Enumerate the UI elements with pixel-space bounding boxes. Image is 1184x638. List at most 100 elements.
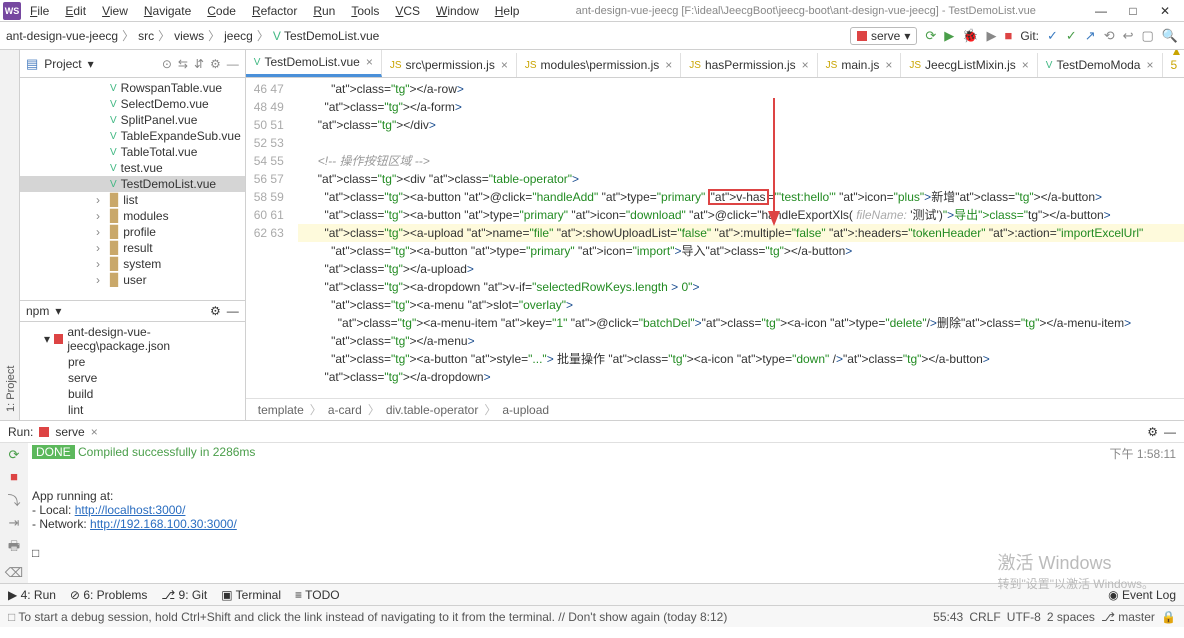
terminal-tool-tab[interactable]: ▣ Terminal [221, 588, 281, 602]
file-item[interactable]: V SplitPanel.vue [20, 112, 245, 128]
settings-button[interactable]: ⚙ [210, 57, 221, 71]
breadcrumb-item[interactable]: jeecg [224, 29, 253, 43]
file-item[interactable]: V TableExpandeSub.vue [20, 128, 245, 144]
close-tab-icon[interactable]: × [1146, 58, 1153, 72]
file-item[interactable]: V TestDemoList.vue [20, 176, 245, 192]
git-branch[interactable]: ⎇ master [1101, 610, 1155, 624]
breadcrumb-item[interactable]: src [138, 29, 154, 43]
editor-tab[interactable]: JS main.js × [818, 53, 902, 77]
soft-wrap-button[interactable]: ⤵ [7, 490, 20, 509]
menu-vcs[interactable]: VCS [389, 2, 426, 20]
revert-button[interactable]: ↩ [1123, 28, 1134, 44]
folder-item[interactable]: ›▉ list [20, 192, 245, 208]
problems-tool-tab[interactable]: ⊘ 6: Problems [70, 588, 147, 602]
maximize-button[interactable]: □ [1118, 2, 1148, 20]
menu-run[interactable]: Run [307, 2, 341, 20]
rerun-button[interactable]: ⟳ [9, 447, 20, 463]
run-config-selector[interactable]: serve ▾ [850, 27, 917, 45]
breadcrumb-item[interactable]: ant-design-vue-jeecg [6, 29, 118, 43]
menu-edit[interactable]: Edit [59, 2, 92, 20]
close-tab-icon[interactable]: × [91, 425, 98, 439]
editor-crumb-item[interactable]: template [258, 403, 304, 417]
stop-button[interactable]: ■ [10, 469, 18, 484]
editor-crumb-item[interactable]: div.table-operator [386, 403, 479, 417]
clear-button[interactable]: ⌫ [5, 565, 23, 581]
npm-hide[interactable]: — [227, 304, 239, 318]
editor-crumb-item[interactable]: a-card [328, 403, 362, 417]
run-settings[interactable]: ⚙ [1147, 425, 1158, 439]
folder-item[interactable]: ›▉ result [20, 240, 245, 256]
editor-tab[interactable]: JS hasPermission.js × [681, 53, 817, 77]
todo-tool-tab[interactable]: ≡ TODO [295, 588, 340, 602]
file-encoding[interactable]: UTF-8 [1007, 610, 1041, 624]
menu-help[interactable]: Help [489, 2, 526, 20]
expand-all-button[interactable]: ⇆ [178, 57, 188, 71]
run-hide[interactable]: — [1164, 425, 1176, 439]
editor-tab[interactable]: JS modules\permission.js × [517, 53, 681, 77]
push-button[interactable]: ↗ [1085, 28, 1096, 44]
breadcrumb-item[interactable]: V TestDemoList.vue [273, 29, 380, 43]
indent[interactable]: 2 spaces [1047, 610, 1095, 624]
ide-settings-button[interactable]: ▢ [1142, 28, 1154, 44]
menu-refactor[interactable]: Refactor [246, 2, 303, 20]
close-tab-icon[interactable]: × [885, 58, 892, 72]
npm-settings[interactable]: ⚙ [210, 304, 221, 318]
folder-item[interactable]: ›▉ profile [20, 224, 245, 240]
menu-window[interactable]: Window [430, 2, 485, 20]
console[interactable]: DONE Compiled successfully in 2286ms 下午 … [28, 443, 1184, 583]
print-button[interactable]: 🖶 [8, 537, 20, 559]
menu-view[interactable]: View [96, 2, 134, 20]
collapse-all-button[interactable]: ⇵ [194, 57, 204, 71]
npm-script-build[interactable]: build [20, 386, 245, 402]
coverage-button[interactable]: ▶ [986, 28, 996, 44]
file-item[interactable]: V test.vue [20, 160, 245, 176]
code-area[interactable]: 46 47 48 49 50 51 52 53 54 55 56 57 58 5… [246, 78, 1184, 398]
caret-position[interactable]: 55:43 [933, 610, 963, 624]
close-tab-icon[interactable]: × [802, 58, 809, 72]
line-separator[interactable]: CRLF [969, 610, 1000, 624]
menu-code[interactable]: Code [201, 2, 242, 20]
lock-icon[interactable]: 🔒 [1161, 610, 1176, 624]
close-tab-icon[interactable]: × [665, 58, 672, 72]
history-button[interactable]: ⟲ [1104, 28, 1115, 44]
file-item[interactable]: V TableTotal.vue [20, 144, 245, 160]
chevron-down-icon[interactable]: ▾ [88, 57, 94, 71]
npm-script-lint[interactable]: lint [20, 402, 245, 418]
menu-navigate[interactable]: Navigate [138, 2, 197, 20]
breadcrumb-item[interactable]: views [174, 29, 204, 43]
build-button[interactable]: ⟳ [925, 28, 936, 44]
chevron-down-icon[interactable]: ▾ [55, 304, 61, 318]
editor-tab[interactable]: V TestDemoModa × [1038, 53, 1163, 77]
close-tab-icon[interactable]: × [366, 55, 373, 69]
editor-breadcrumb[interactable]: template〉a-card〉div.table-operator〉a-upl… [246, 398, 1184, 420]
menu-tools[interactable]: Tools [345, 2, 385, 20]
npm-script-serve[interactable]: serve [20, 370, 245, 386]
update-button[interactable]: ✓ [1047, 28, 1058, 44]
tool-tab[interactable]: 1: Project [3, 50, 19, 420]
run-button[interactable]: ▶ [944, 28, 954, 44]
stop-button[interactable]: ■ [1004, 28, 1012, 43]
network-url-link[interactable]: http://192.168.100.30:3000/ [90, 517, 237, 531]
code[interactable]: "at">class="tg"></a-row> "at">class="tg"… [294, 78, 1184, 398]
run-tool-tab[interactable]: ▶ 4: Run [8, 588, 56, 602]
local-url-link[interactable]: http://localhost:3000/ [75, 503, 186, 517]
folder-item[interactable]: ›▉ system [20, 256, 245, 272]
editor-tab[interactable]: JS JeecgListMixin.js × [901, 53, 1037, 77]
hide-button[interactable]: — [227, 57, 239, 71]
menu-file[interactable]: File [24, 2, 55, 20]
tool-tab[interactable]: 7: Structure [0, 50, 3, 420]
select-opened-file-button[interactable]: ⊙ [162, 57, 172, 71]
editor-tab[interactable]: V TestDemoList.vue × [246, 50, 382, 77]
event-log-tab[interactable]: ◉ Event Log [1108, 588, 1176, 602]
minimize-button[interactable]: — [1086, 2, 1116, 20]
file-item[interactable]: V RowspanTable.vue [20, 80, 245, 96]
file-item[interactable]: V SelectDemo.vue [20, 96, 245, 112]
npm-script-pre[interactable]: pre [20, 354, 245, 370]
editor-tab[interactable]: JS src\permission.js × [382, 53, 517, 77]
debug-button[interactable]: 🐞 [962, 28, 978, 44]
folder-item[interactable]: ›▉ user [20, 272, 245, 288]
search-everywhere-button[interactable]: 🔍 [1162, 28, 1178, 44]
npm-package[interactable]: ▾ ant-design-vue-jeecg\package.json [20, 324, 245, 354]
close-tab-icon[interactable]: × [1022, 58, 1029, 72]
editor-crumb-item[interactable]: a-upload [502, 403, 549, 417]
